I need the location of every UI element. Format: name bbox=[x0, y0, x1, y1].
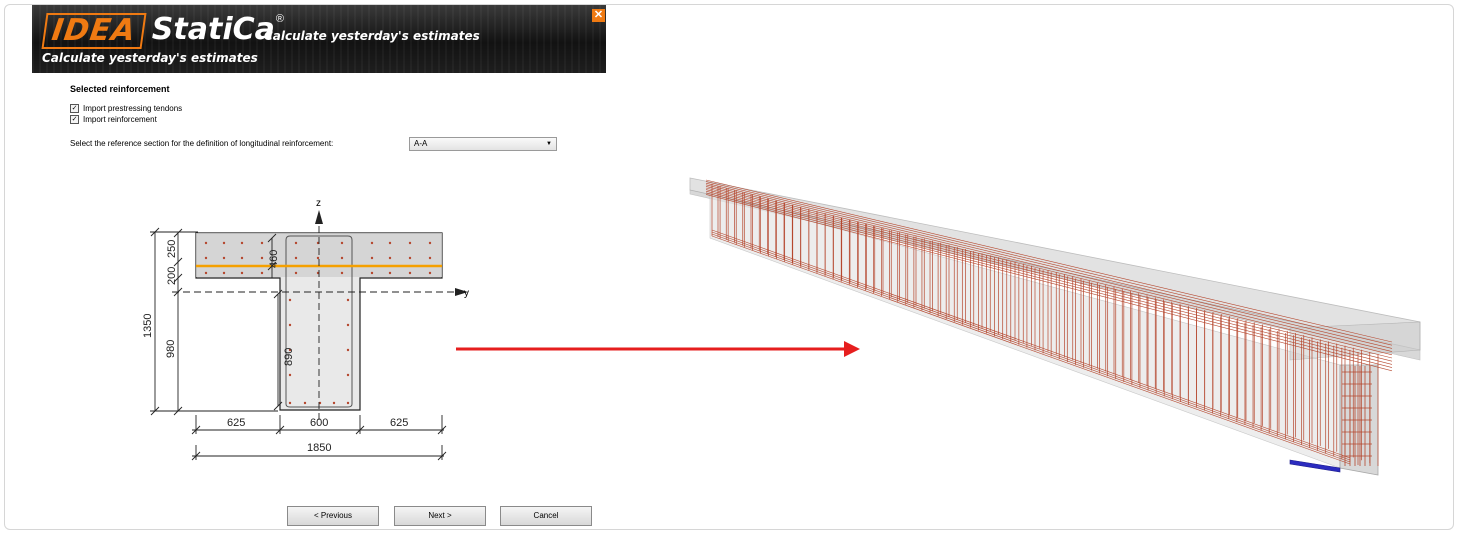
logo-statica-text: StatiCa bbox=[151, 12, 275, 47]
checkbox-check-icon[interactable]: ✓ bbox=[70, 115, 79, 124]
chevron-down-icon: ▼ bbox=[546, 141, 552, 147]
reference-section-value: A-A bbox=[414, 139, 428, 148]
reference-section-label: Select the reference section for the def… bbox=[70, 139, 334, 148]
banner-tagline: Calculate yesterday's estimates bbox=[264, 29, 480, 43]
close-button[interactable]: ✕ bbox=[592, 9, 605, 22]
dim-total-height: 1350 bbox=[142, 314, 154, 338]
idea-statica-logo: IDEA StatiCa ® bbox=[41, 12, 284, 49]
dim-web-height: 980 bbox=[165, 340, 177, 358]
reference-section-select[interactable]: A-A ▼ bbox=[409, 137, 557, 151]
concrete-beam-body bbox=[689, 177, 1421, 476]
import-tendons-checkbox[interactable]: ✓ Import prestressing tendons bbox=[70, 104, 182, 113]
logo-idea-text: IDEA bbox=[41, 13, 147, 49]
checkbox-label: Import prestressing tendons bbox=[83, 104, 183, 113]
previous-button[interactable]: < Previous bbox=[287, 506, 379, 526]
cross-section-drawing: z y 250 200 460 1350 980 890 625 600 625… bbox=[142, 198, 469, 461]
dim-left-overhang: 625 bbox=[227, 417, 245, 429]
checkbox-label: Import reinforcement bbox=[83, 115, 157, 124]
dim-web-width: 600 bbox=[310, 417, 328, 429]
dim-flange-bottom: 200 bbox=[166, 267, 178, 285]
dim-web-inner: 890 bbox=[283, 348, 295, 366]
import-reinforcement-checkbox[interactable]: ✓ Import reinforcement bbox=[70, 115, 157, 124]
dim-total-width: 1850 bbox=[307, 442, 331, 454]
y-axis-label: y bbox=[464, 288, 469, 299]
dim-right-overhang: 625 bbox=[390, 417, 408, 429]
cancel-button[interactable]: Cancel bbox=[500, 506, 592, 526]
z-axis-label: z bbox=[316, 198, 321, 209]
banner-subtitle: Calculate yesterday's estimates bbox=[42, 51, 258, 65]
next-button[interactable]: Next > bbox=[394, 506, 486, 526]
section-title: Selected reinforcement bbox=[70, 84, 170, 94]
checkbox-check-icon[interactable]: ✓ bbox=[70, 104, 79, 113]
beam-3d-model bbox=[689, 177, 1421, 476]
dim-flange-top: 250 bbox=[166, 240, 178, 258]
dim-tendon: 460 bbox=[268, 250, 280, 268]
app-banner: IDEA StatiCa ® Calculate yesterday's est… bbox=[32, 5, 606, 73]
registered-mark: ® bbox=[275, 13, 284, 25]
